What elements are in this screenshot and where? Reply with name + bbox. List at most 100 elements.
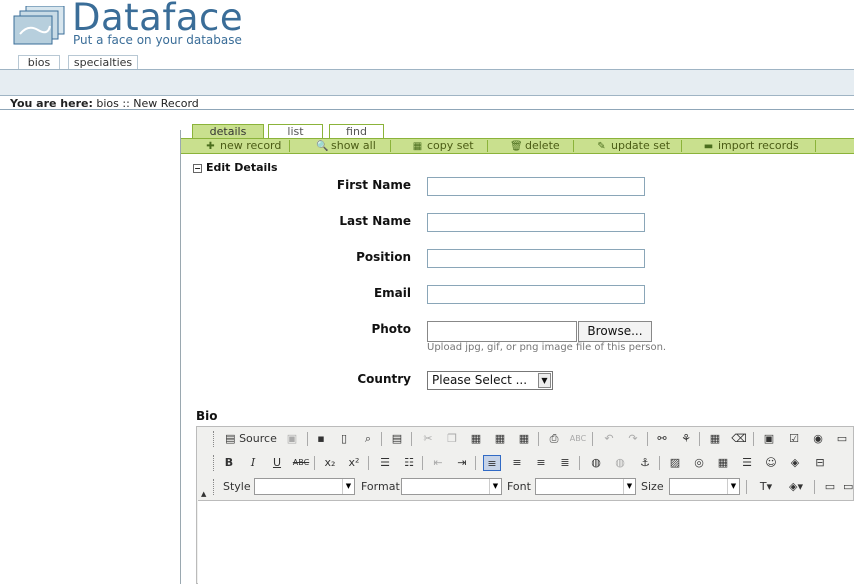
separator — [573, 140, 574, 152]
source-icon: ▤ — [225, 432, 236, 445]
redo-icon[interactable]: ↷ — [624, 431, 642, 447]
select-all-icon[interactable]: ▦ — [706, 431, 724, 447]
special-char-icon[interactable]: ◈ — [786, 455, 804, 471]
delete-label: delete — [525, 139, 560, 152]
table-icon[interactable]: ▦ — [714, 455, 732, 471]
country-select[interactable]: Please Select ... ▼ — [427, 371, 553, 390]
dropdown-arrow-icon[interactable]: ▼ — [538, 373, 551, 388]
email-field[interactable] — [427, 285, 645, 304]
subscript-icon[interactable]: x₂ — [321, 455, 339, 471]
chevron-down-icon: ▼ — [489, 479, 501, 494]
align-right-icon[interactable]: ≡ — [532, 455, 550, 471]
copy-set-button[interactable]: ▦ copy set — [412, 139, 474, 153]
superscript-icon[interactable]: x² — [345, 455, 363, 471]
last-name-field[interactable] — [427, 213, 645, 232]
tab-details[interactable]: details — [192, 124, 264, 138]
outdent-icon[interactable]: ⇤ — [429, 455, 447, 471]
undo-icon[interactable]: ↶ — [600, 431, 618, 447]
size-combo[interactable]: ▼ — [669, 478, 740, 495]
textfield-icon[interactable]: ▭ — [833, 431, 851, 447]
table-nav-bar — [0, 69, 854, 96]
unlink-icon[interactable]: ◍ — [611, 455, 629, 471]
style-combo[interactable]: ▼ — [254, 478, 355, 495]
form-icon[interactable]: ▣ — [760, 431, 778, 447]
page-break-icon[interactable]: ⊟ — [811, 455, 829, 471]
first-name-field[interactable] — [427, 177, 645, 196]
radio-icon[interactable]: ◉ — [809, 431, 827, 447]
position-field[interactable] — [427, 249, 645, 268]
align-center-icon[interactable]: ≡ — [508, 455, 526, 471]
font-combo[interactable]: ▼ — [535, 478, 636, 495]
paste-word-icon[interactable]: ▦ — [515, 431, 533, 447]
source-button[interactable]: ▤ Source — [221, 431, 281, 447]
separator — [647, 432, 648, 446]
paste-icon[interactable]: ▦ — [467, 431, 485, 447]
remove-format-icon[interactable]: ⌫ — [730, 431, 748, 447]
indent-icon[interactable]: ⇥ — [453, 455, 471, 471]
show-all-button[interactable]: 🔍 show all — [316, 139, 376, 153]
bg-color-icon[interactable]: ◈▾ — [783, 479, 809, 495]
import-records-label: import records — [718, 139, 799, 152]
preview-icon[interactable]: ⌕ — [359, 431, 377, 447]
new-page-icon[interactable]: ▯ — [335, 431, 353, 447]
link-icon[interactable]: ◍ — [587, 455, 605, 471]
find-icon[interactable]: ⚯ — [653, 431, 671, 447]
spellcheck-icon[interactable]: ABC — [569, 431, 587, 447]
pencil-icon: ✎ — [597, 141, 606, 152]
anchor-icon[interactable]: ⚓ — [636, 455, 654, 471]
horizontal-rule-icon[interactable]: ☰ — [738, 455, 756, 471]
underline-icon[interactable]: U — [268, 455, 286, 471]
separator — [815, 140, 816, 152]
photo-file-field[interactable] — [427, 321, 577, 342]
photo-help-text: Upload jpg, gif, or png image file of th… — [427, 342, 667, 353]
strikethrough-icon[interactable]: ABC — [292, 455, 310, 471]
bulleted-list-icon[interactable]: ☷ — [400, 455, 418, 471]
copy-icon[interactable]: ❐ — [443, 431, 461, 447]
update-set-button[interactable]: ✎ update set — [596, 139, 670, 153]
cut-icon[interactable]: ✂ — [419, 431, 437, 447]
tab-list[interactable]: list — [268, 124, 323, 138]
separator — [579, 456, 580, 470]
show-blocks-icon[interactable]: ▭ — [843, 479, 853, 495]
dataface-logo[interactable]: Dataface Put a face on your database — [10, 0, 250, 50]
save-icon[interactable]: ▪ — [312, 431, 330, 447]
smiley-icon[interactable]: ☺ — [762, 455, 780, 471]
edit-details-header[interactable]: − Edit Details — [193, 161, 278, 174]
update-set-label: update set — [611, 139, 671, 152]
justify-icon[interactable]: ≣ — [556, 455, 574, 471]
collapse-toolbar-icon[interactable]: ▲ — [201, 490, 206, 498]
text-color-icon[interactable]: T▾ — [753, 479, 779, 495]
separator — [538, 432, 539, 446]
trash-icon: 🗑 — [510, 141, 523, 152]
format-combo[interactable]: ▼ — [401, 478, 502, 495]
flash-icon[interactable]: ◎ — [690, 455, 708, 471]
grid-icon: ▦ — [412, 141, 423, 152]
collapse-toggle-icon[interactable]: − — [193, 164, 202, 173]
separator — [699, 432, 700, 446]
chevron-down-icon: ▼ — [342, 479, 354, 494]
templates-icon[interactable]: ▣ — [283, 431, 301, 447]
bio-edit-area[interactable] — [198, 500, 854, 584]
tab-specialties[interactable]: specialties — [68, 55, 138, 70]
show-all-label: show all — [331, 139, 376, 152]
separator — [390, 140, 391, 152]
delete-button[interactable]: 🗑 delete — [510, 139, 560, 153]
replace-icon[interactable]: ⚘ — [677, 431, 695, 447]
bold-icon[interactable]: B — [220, 455, 238, 471]
print-icon[interactable]: ⎙ — [545, 431, 563, 447]
italic-icon[interactable]: I — [244, 455, 262, 471]
browse-button[interactable]: Browse... — [578, 321, 652, 342]
checkbox-icon[interactable]: ☑ — [785, 431, 803, 447]
tab-find[interactable]: find — [329, 124, 384, 138]
paste-text-icon[interactable]: ▦ — [491, 431, 509, 447]
image-icon[interactable]: ▨ — [666, 455, 684, 471]
tab-bios[interactable]: bios — [18, 55, 60, 70]
new-record-button[interactable]: ✚ new record — [205, 139, 281, 153]
document-icon[interactable]: ▤ — [388, 431, 406, 447]
maximize-icon[interactable]: ▭ — [821, 479, 839, 495]
import-records-button[interactable]: ▬ import records — [703, 139, 799, 153]
align-left-icon[interactable]: ≡ — [483, 455, 501, 471]
numbered-list-icon[interactable]: ☰ — [376, 455, 394, 471]
country-selected-value: Please Select ... — [432, 373, 528, 387]
printer-icon: ▬ — [703, 141, 714, 152]
